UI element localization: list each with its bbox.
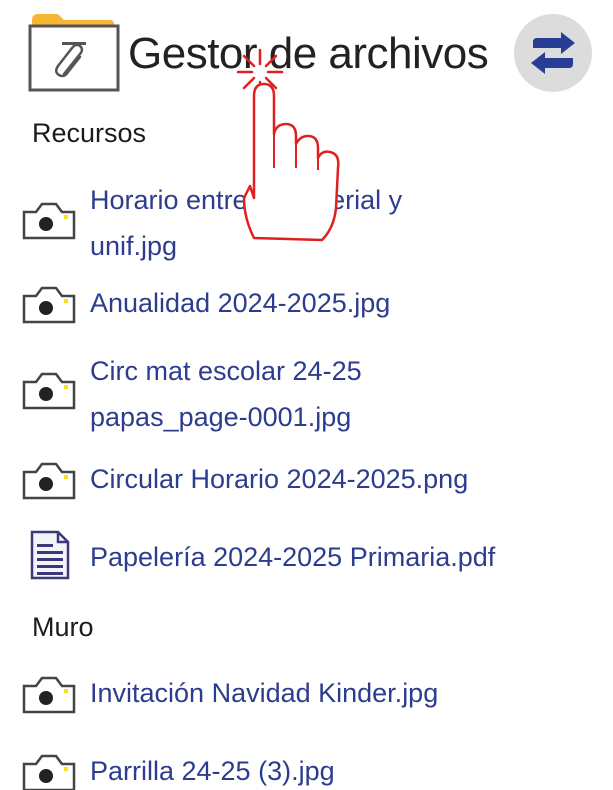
file-link-invitacion-navidad[interactable]: Invitación Navidad Kinder.jpg (90, 670, 438, 716)
section-heading-recursos: Recursos (32, 118, 147, 148)
sync-button[interactable] (514, 14, 592, 92)
file-link-horario-entrega[interactable]: Horario entrega material y unif.jpg (90, 177, 402, 269)
list-item: Parrilla 24-25 (3).jpg (22, 748, 607, 790)
file-link-parrilla[interactable]: Parrilla 24-25 (3).jpg (90, 748, 335, 790)
file-link-circ-mat-escolar[interactable]: Circ mat escolar 24-25 papas_page-0001.j… (90, 348, 362, 440)
camera-icon (22, 460, 76, 505)
folder-paperclip-icon (28, 8, 120, 92)
document-icon (30, 530, 70, 585)
camera-icon (22, 284, 76, 329)
camera-icon (22, 674, 76, 719)
file-link-anualidad[interactable]: Anualidad 2024-2025.jpg (90, 280, 390, 326)
section-heading-muro: Muro (32, 612, 94, 642)
file-link-papeleria[interactable]: Papelería 2024-2025 Primaria.pdf (90, 534, 495, 580)
camera-icon (22, 752, 76, 790)
list-item: Anualidad 2024-2025.jpg (22, 280, 607, 326)
camera-icon (22, 200, 76, 245)
file-link-circular-horario[interactable]: Circular Horario 2024-2025.png (90, 456, 468, 502)
list-item: Papelería 2024-2025 Primaria.pdf (22, 530, 607, 582)
list-item: Circ mat escolar 24-25 papas_page-0001.j… (22, 348, 607, 440)
list-item: Horario entrega material y unif.jpg (22, 178, 607, 270)
sync-arrows-icon (531, 32, 575, 74)
list-item: Invitación Navidad Kinder.jpg (22, 670, 607, 716)
file-manager-panel: Gestor de archivos Recursos Horario entr… (0, 0, 613, 790)
camera-icon (22, 370, 76, 415)
list-item: Circular Horario 2024-2025.png (22, 456, 607, 502)
page-title: Gestor de archivos (128, 29, 489, 78)
